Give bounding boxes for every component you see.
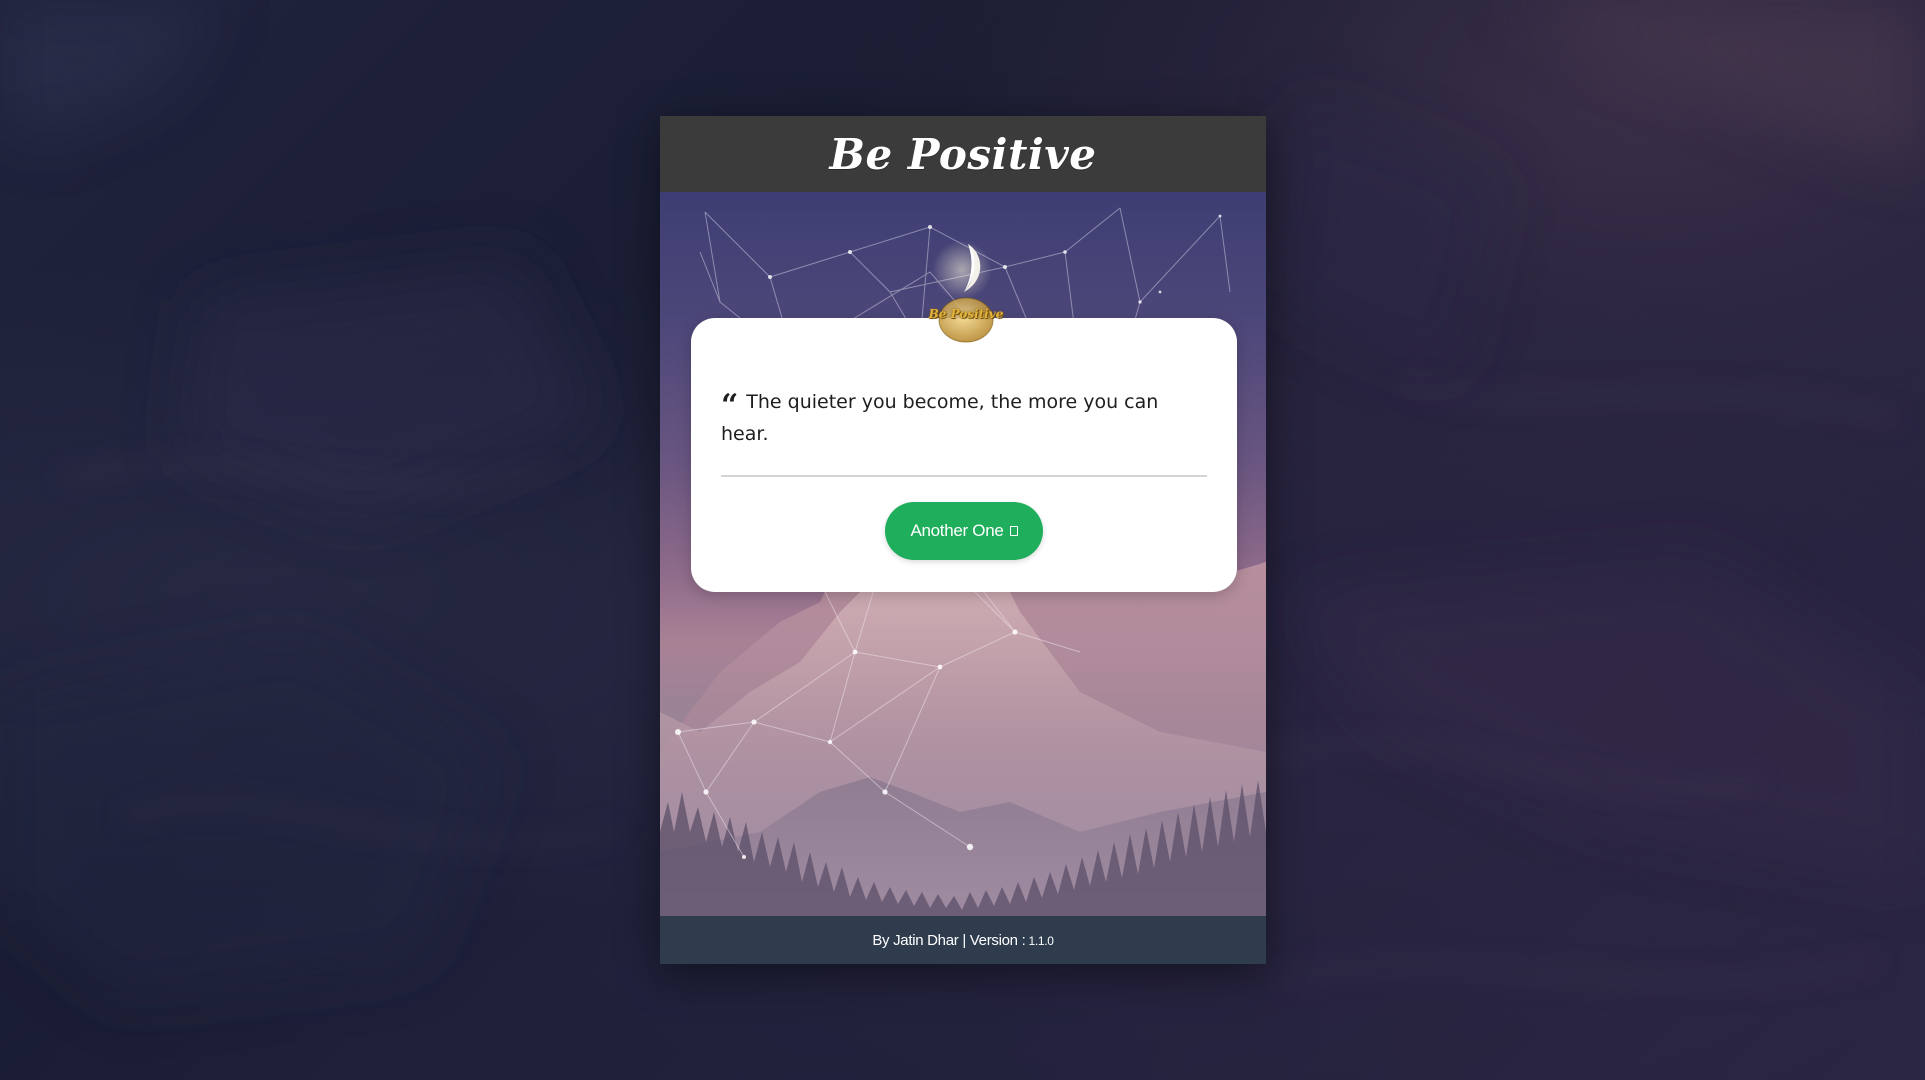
- app-title: Be Positive: [829, 129, 1097, 179]
- another-one-label: Another One: [910, 521, 1004, 540]
- quote-left-icon: “: [721, 388, 739, 423]
- unknown-glyph-box-icon: [1009, 526, 1018, 536]
- app-header: Be Positive: [660, 116, 1266, 192]
- footer-credit: By Jatin Dhar | Version :1.1.0: [872, 931, 1054, 949]
- another-one-button[interactable]: Another One: [885, 502, 1043, 560]
- footer-version: 1.1.0: [1028, 933, 1054, 948]
- quote-text: The quieter you become, the more you can…: [721, 391, 1159, 445]
- be-positive-logo: Be Positive: [924, 240, 1004, 356]
- crescent-moon-icon: [932, 240, 994, 343]
- footer-author: By Jatin Dhar | Version :: [872, 931, 1026, 949]
- app-footer: By Jatin Dhar | Version :1.1.0: [660, 916, 1266, 964]
- divider: [721, 475, 1207, 477]
- quote-card: “The quieter you become, the more you ca…: [691, 318, 1237, 592]
- logo-text: Be Positive: [928, 307, 1004, 321]
- app-card: Be Positive Be Positive “ The quieter yo…: [660, 116, 1266, 964]
- quote-content: “The quieter you become, the more you ca…: [721, 386, 1211, 450]
